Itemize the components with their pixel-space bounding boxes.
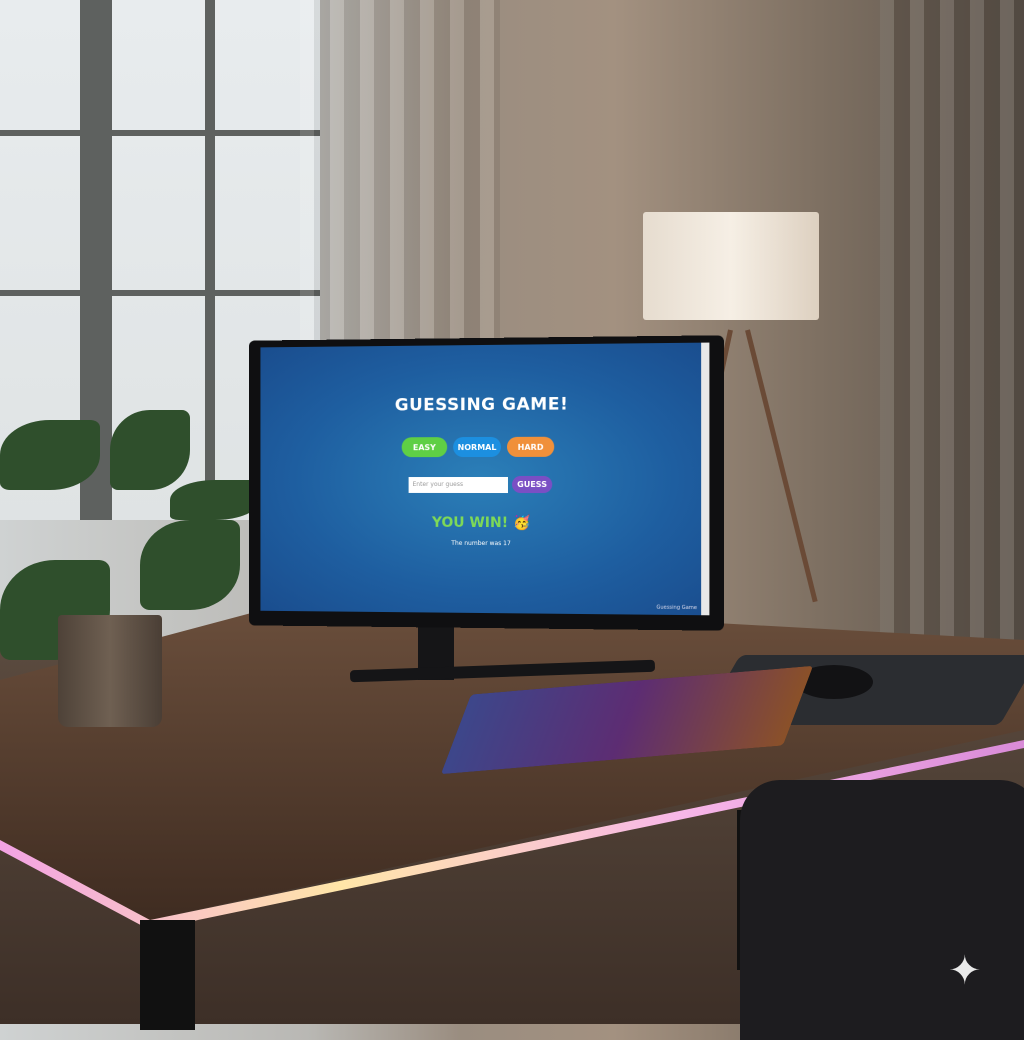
hard-button[interactable]: HARD — [506, 436, 555, 457]
guess-input[interactable]: Enter your guess — [408, 476, 508, 494]
guess-button[interactable]: GUESS — [511, 475, 553, 494]
party-emoji-icon: 🥳 — [512, 515, 531, 532]
desk-leg — [140, 920, 195, 1030]
chair — [740, 780, 1024, 1040]
window-frame — [0, 290, 320, 296]
result-subtext: The number was 17 — [451, 539, 511, 548]
plant-leaf — [0, 420, 100, 490]
plant-leaf — [110, 410, 190, 490]
game-screen: GUESSING GAME! EASY NORMAL HARD Enter yo… — [260, 342, 710, 616]
scrollbar[interactable] — [701, 342, 710, 616]
curtain-right — [880, 0, 1024, 700]
sparkle-icon: ✦ — [948, 948, 982, 994]
window-frame — [0, 130, 320, 136]
game-title: GUESSING GAME! — [394, 394, 569, 416]
floor-lamp — [643, 212, 819, 320]
footer-text: Guessing Game — [656, 604, 698, 612]
window-frame — [205, 0, 215, 520]
normal-button[interactable]: NORMAL — [453, 436, 501, 458]
easy-button[interactable]: EASY — [401, 437, 448, 458]
plant-leaf — [140, 520, 240, 610]
win-message: YOU WIN! 🥳 — [260, 514, 709, 531]
win-text: YOU WIN! — [431, 514, 509, 532]
monitor: GUESSING GAME! EASY NORMAL HARD Enter yo… — [248, 335, 724, 631]
plant-leaf — [170, 480, 260, 520]
plant-pot — [58, 615, 162, 727]
lamp-leg — [745, 329, 818, 603]
